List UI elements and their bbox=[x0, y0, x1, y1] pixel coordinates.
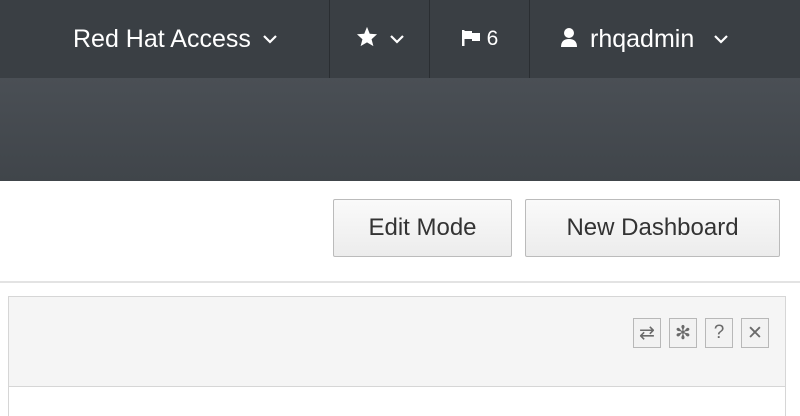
new-dashboard-button[interactable]: New Dashboard bbox=[525, 199, 780, 257]
edit-mode-button[interactable]: Edit Mode bbox=[333, 199, 512, 257]
chevron-down-icon bbox=[714, 31, 729, 47]
user-menu[interactable]: rhqadmin bbox=[529, 0, 800, 78]
settings-icon[interactable]: ✻ bbox=[669, 318, 697, 348]
dashboard-portlet: ⇄ ✻ ? ✕ bbox=[8, 296, 786, 416]
red-hat-access-label: Red Hat Access bbox=[73, 24, 251, 53]
secondary-navbar bbox=[0, 78, 800, 181]
favorites-menu[interactable] bbox=[329, 0, 429, 78]
alerts-menu[interactable]: 6 bbox=[429, 0, 529, 78]
chevron-down-icon bbox=[389, 31, 404, 47]
star-icon bbox=[356, 25, 378, 54]
portlet-header: ⇄ ✻ ? ✕ bbox=[9, 297, 785, 387]
refresh-icon[interactable]: ⇄ bbox=[633, 318, 661, 348]
alerts-count: 6 bbox=[486, 27, 499, 50]
navbar-spacer bbox=[0, 0, 43, 78]
top-navbar: Red Hat Access 6 rhqadmin bbox=[0, 0, 800, 78]
red-hat-access-menu[interactable]: Red Hat Access bbox=[43, 0, 329, 78]
portlet-controls: ⇄ ✻ ? ✕ bbox=[633, 318, 769, 348]
flag-icon bbox=[461, 25, 481, 54]
help-icon[interactable]: ? bbox=[705, 318, 733, 348]
chevron-down-icon bbox=[263, 31, 277, 47]
toolbar-divider bbox=[0, 281, 800, 283]
close-icon[interactable]: ✕ bbox=[741, 318, 769, 348]
dashboard-content: Edit Mode New Dashboard ⇄ ✻ ? ✕ bbox=[0, 181, 800, 416]
user-icon bbox=[560, 25, 578, 54]
username-label: rhqadmin bbox=[590, 24, 695, 53]
dashboard-toolbar: Edit Mode New Dashboard bbox=[333, 199, 780, 257]
